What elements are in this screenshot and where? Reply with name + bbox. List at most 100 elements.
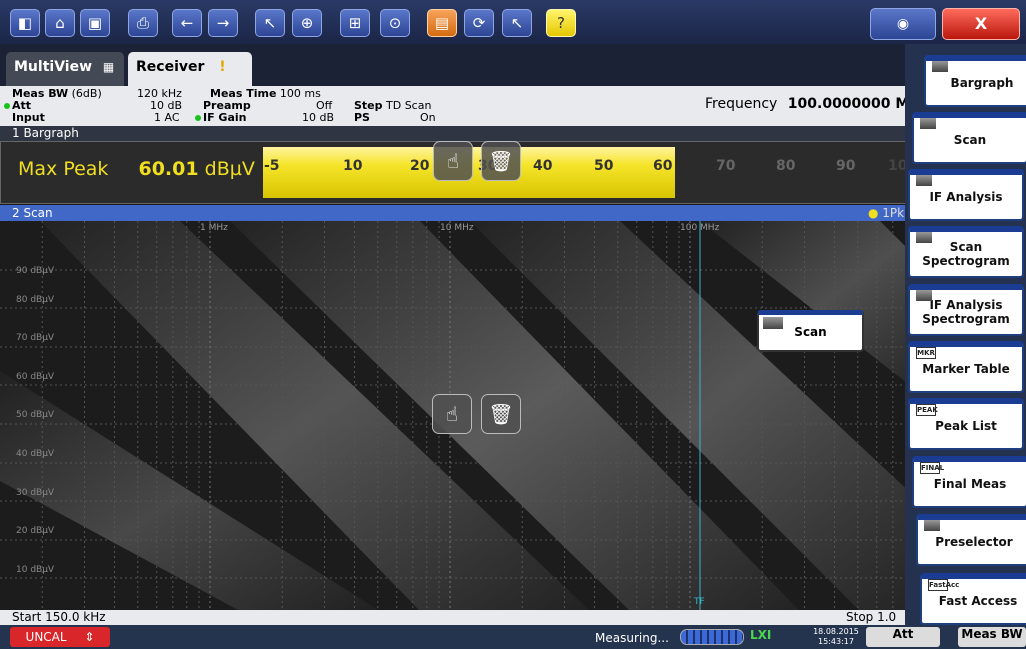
y-axis-label: 80 dBµV xyxy=(16,295,55,305)
softkey-preselector[interactable]: Preselector xyxy=(916,514,1026,566)
y-axis-label: 30 dBµV xyxy=(16,488,55,498)
frequency-label: Frequency xyxy=(705,96,778,112)
meas-bw-sub: (6dB) xyxy=(71,87,102,100)
redo-icon[interactable]: → xyxy=(208,9,238,37)
preselector-icon xyxy=(924,520,940,531)
drag-hand-icon[interactable]: ☝ xyxy=(432,394,472,434)
trash-icon[interactable]: 🗑 xyxy=(481,394,521,434)
max-peak-value: 60.01 xyxy=(138,158,199,180)
softkey-label: IF Analysis Spectrogram xyxy=(922,298,1010,326)
att-indicator xyxy=(4,103,10,109)
warning-icon: ! xyxy=(219,59,226,75)
window-icon xyxy=(932,61,948,72)
uncal-label: UNCAL xyxy=(25,630,67,644)
meas-bw-button[interactable]: Meas BW xyxy=(958,627,1026,647)
y-axis-label: 50 dBµV xyxy=(16,410,55,420)
y-axis-label: 20 dBµV xyxy=(16,526,55,536)
window-icon xyxy=(916,290,932,301)
measuring-status: Measuring... xyxy=(595,631,669,645)
scale-tick: 10 xyxy=(343,158,363,174)
y-axis-label: 60 dBµV xyxy=(16,372,55,382)
y-axis-label: 10 dBµV xyxy=(16,565,55,575)
scale-tick: 70 xyxy=(716,158,736,174)
att-button[interactable]: Att xyxy=(866,627,940,647)
help-icon[interactable]: ? xyxy=(546,9,576,37)
meas-time-value: 100 ms xyxy=(279,87,321,100)
y-axis-label: 40 dBµV xyxy=(16,449,55,459)
softkey-label: Marker Table xyxy=(922,362,1010,376)
ps-value: On xyxy=(420,111,436,124)
softkey-marker-table[interactable]: MKR Marker Table xyxy=(908,341,1024,393)
camera-icon: ◉ xyxy=(896,16,910,32)
scale-tick: 50 xyxy=(594,158,614,174)
close-button[interactable]: X xyxy=(942,8,1020,40)
sequencer-icon[interactable]: ⟳ xyxy=(464,9,494,37)
progress-indicator xyxy=(680,629,744,645)
final-meas-icon: FINAL xyxy=(920,462,945,474)
drag-scan-popup[interactable]: Scan xyxy=(757,310,864,352)
start-frequency: Start 150.0 kHz xyxy=(12,610,106,624)
softkey-fast-access[interactable]: FastAcc Fast Access xyxy=(920,573,1026,625)
softkey-label: IF Analysis xyxy=(929,190,1003,204)
input-value: 1 AC xyxy=(154,111,180,124)
frequency-range-bar: Start 150.0 kHz Stop 1.0 GHz xyxy=(0,610,905,639)
zoom-off-icon[interactable]: ⊙ xyxy=(380,9,410,37)
max-peak-unit: dBµV xyxy=(204,158,255,180)
drag-hand-icon[interactable]: ☝ xyxy=(433,141,473,181)
scan-window-title: 2 Scan ● 1Pk Clrw xyxy=(0,205,930,236)
display-bar-icon[interactable]: ▤ xyxy=(427,9,457,37)
window-icon xyxy=(916,232,932,243)
trash-icon[interactable]: 🗑 xyxy=(481,141,521,181)
tab-receiver[interactable]: Receiver ! xyxy=(128,52,252,86)
uncal-indicator[interactable]: UNCAL ⇕ xyxy=(10,627,110,647)
scale-tick: 90 xyxy=(836,158,856,174)
undo-icon[interactable]: ← xyxy=(172,9,202,37)
popup-scan-label: Scan xyxy=(794,325,827,339)
tab-multiview-label: MultiView xyxy=(14,59,93,75)
marker-table-icon: MKR xyxy=(916,347,936,359)
screenshot-camera-button[interactable]: ◉ xyxy=(870,8,936,40)
softkey-scan-spectrogram[interactable]: Scan Spectrogram xyxy=(908,226,1024,278)
if-gain-indicator xyxy=(195,115,201,121)
softkey-label: Final Meas xyxy=(933,477,1007,491)
scale-tick: -5 xyxy=(264,158,280,174)
max-peak-label: Max Peak xyxy=(18,158,109,180)
if-gain-label: IF Gain xyxy=(203,111,247,124)
popup-window-icon xyxy=(763,317,783,329)
softkey-label: Fast Access xyxy=(938,594,1018,608)
softkey-peak-list[interactable]: PEAK Peak List xyxy=(908,398,1024,450)
help-pointer-icon[interactable]: ↖ xyxy=(502,9,532,37)
save-icon[interactable]: ▣ xyxy=(80,9,110,37)
softkey-if-analysis[interactable]: IF Analysis xyxy=(908,169,1024,221)
lxi-icon: LXI xyxy=(750,628,772,642)
select-pointer-icon[interactable]: ↖ xyxy=(255,9,285,37)
softkey-label: Bargraph xyxy=(950,76,1014,90)
softkey-if-analysis-spectrogram[interactable]: IF Analysis Spectrogram xyxy=(908,284,1024,336)
ps-label: PS xyxy=(354,111,370,124)
softkey-final-meas[interactable]: FINAL Final Meas xyxy=(912,456,1026,508)
scale-tick: 60 xyxy=(653,158,673,174)
grid-icon: ▦ xyxy=(102,60,115,74)
softkey-label: Preselector xyxy=(935,535,1013,549)
print-icon[interactable]: ⎙ xyxy=(128,9,158,37)
bargraph-window-title: 1 Bargraph xyxy=(0,126,905,141)
status-date: 18.08.2015 xyxy=(813,627,859,636)
zoom-icon[interactable]: ⊕ xyxy=(292,9,322,37)
multi-zoom-icon[interactable]: ⊞ xyxy=(340,9,370,37)
tab-receiver-label: Receiver xyxy=(136,59,205,75)
if-gain-value: 10 dB xyxy=(302,111,335,124)
measurement-info: Meas BW (6dB) 120 kHz Att 10 dB Input 1 … xyxy=(0,86,929,126)
marker-label: TF xyxy=(694,597,705,607)
status-time: 15:43:17 xyxy=(818,637,854,646)
softkey-label: Scan xyxy=(953,133,987,147)
tab-multiview[interactable]: MultiView ▦ xyxy=(6,52,124,86)
start-icon[interactable]: ◧ xyxy=(10,9,40,37)
open-icon[interactable]: ⌂ xyxy=(45,9,75,37)
x-axis-label: 100 MHz xyxy=(680,223,720,233)
softkey-bargraph[interactable]: Bargraph xyxy=(924,55,1026,107)
y-axis-label: 90 dBµV xyxy=(16,266,55,276)
fast-access-icon: FastAcc xyxy=(928,579,960,591)
y-axis-label: 70 dBµV xyxy=(16,333,55,343)
peak-list-icon: PEAK xyxy=(916,404,938,416)
softkey-scan[interactable]: Scan xyxy=(912,112,1026,164)
